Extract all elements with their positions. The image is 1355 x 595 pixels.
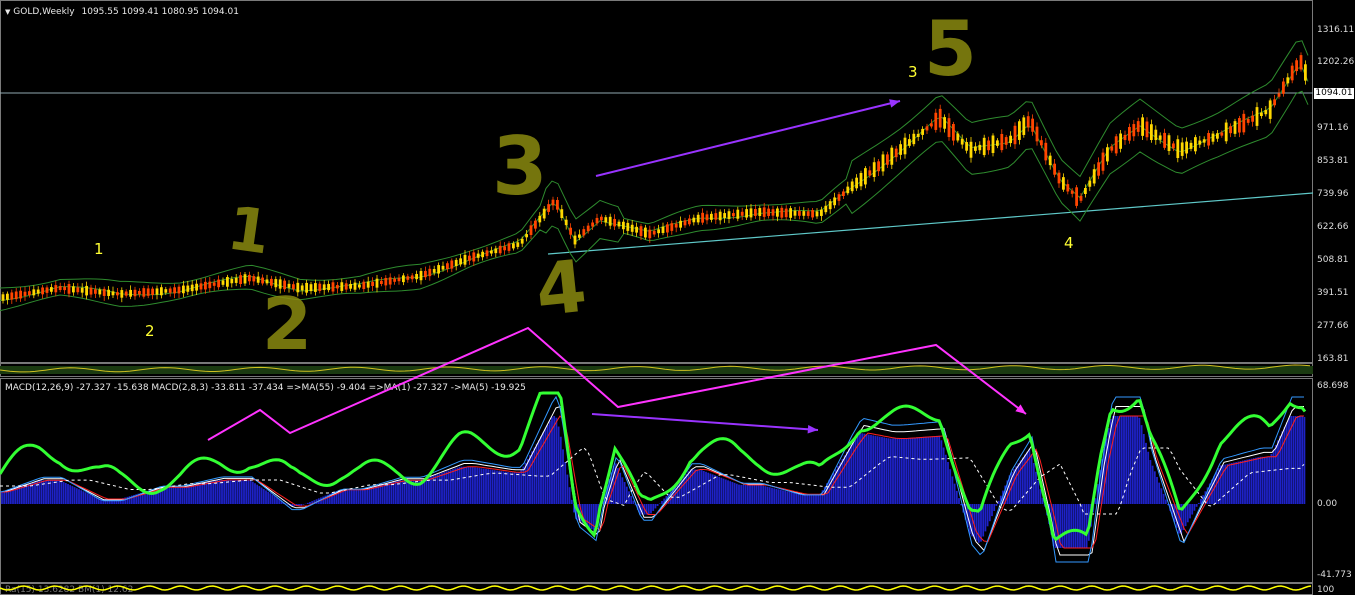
- price-tick: 739.96: [1317, 189, 1349, 199]
- bottom-axis[interactable]: 100: [1313, 583, 1355, 595]
- macd-tick: -41.773: [1317, 570, 1352, 580]
- price-tick: 853.81: [1317, 156, 1349, 166]
- annotation-arrows: [207, 326, 1027, 441]
- elliott-path-arrow: [207, 326, 1027, 441]
- price-tick: 1202.26: [1317, 57, 1355, 67]
- macd-axis[interactable]: 68.698 0.00 -41.773: [1313, 378, 1355, 583]
- price-axis[interactable]: 1316.11 1202.26 971.16 853.81 739.96 622…: [1313, 0, 1355, 364]
- bottom-tick: 100: [1317, 585, 1335, 595]
- price-tick: 622.66: [1317, 222, 1349, 232]
- macd-trend-arrow-head: [807, 425, 818, 434]
- price-tick: 1316.11: [1317, 25, 1355, 35]
- price-tick: 277.66: [1317, 321, 1349, 331]
- macd-tick: 0.00: [1317, 499, 1338, 509]
- current-price-tag: 1094.01: [1314, 88, 1354, 99]
- price-tick: 163.81: [1317, 354, 1349, 364]
- macd-tick: 68.698: [1317, 381, 1349, 391]
- macd-trend-arrow: [591, 413, 819, 431]
- price-tick: 971.16: [1317, 123, 1349, 133]
- price-tick: 391.51: [1317, 288, 1349, 298]
- price-tick: 508.81: [1317, 255, 1349, 265]
